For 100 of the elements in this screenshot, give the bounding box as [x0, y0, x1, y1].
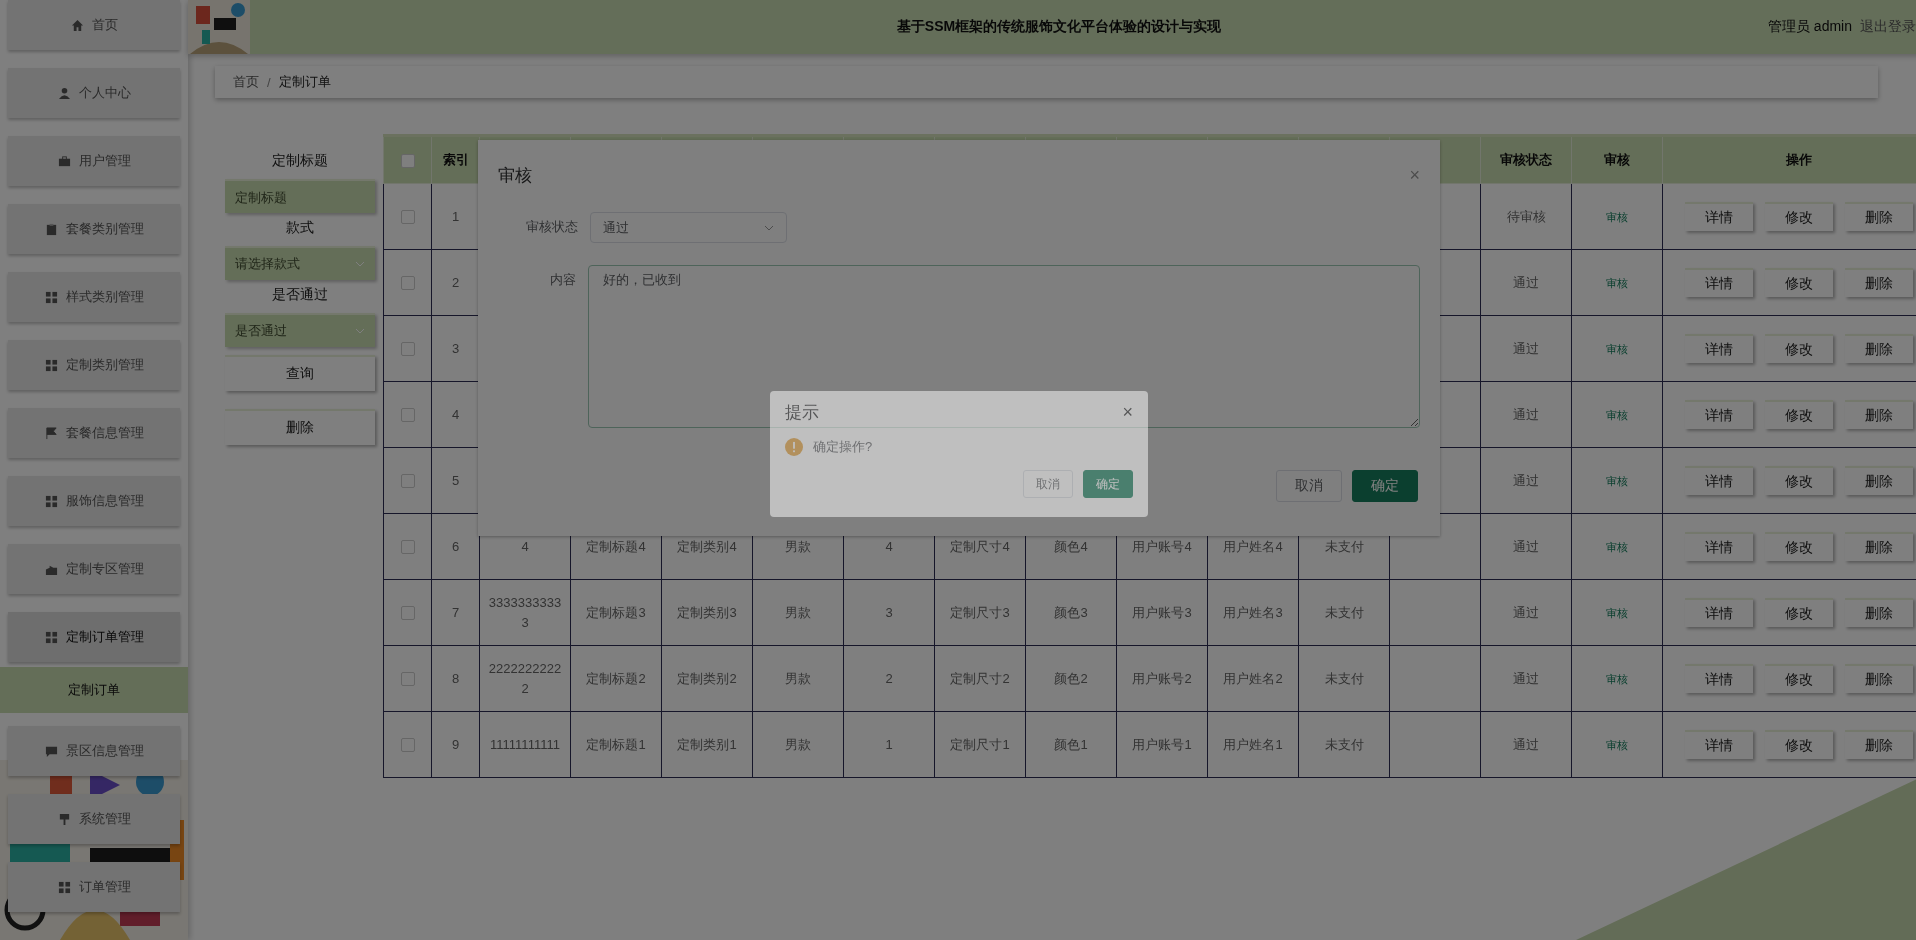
confirm-button[interactable]: 确定 [1083, 470, 1133, 498]
row-action-button[interactable]: 删除 [1845, 730, 1913, 759]
checkbox[interactable] [400, 210, 415, 225]
table-cell-text: 男款 [785, 537, 811, 556]
field-label: 审核状态 [525, 218, 579, 236]
sidebar-item[interactable]: 定制类别管理 [8, 340, 180, 390]
audit-link[interactable]: 审核 [1606, 738, 1628, 751]
sidebar-item[interactable]: 景区信息管理 [8, 726, 180, 776]
audit-link[interactable]: 审核 [1606, 474, 1628, 487]
checkbox[interactable] [400, 342, 415, 357]
cancel-button[interactable]: 取消 [1023, 470, 1073, 498]
close-button[interactable]: × [1122, 402, 1133, 423]
breadcrumb-item[interactable]: 首页 [233, 73, 259, 91]
select-field[interactable]: 请选择款式 [225, 246, 375, 280]
row-action-button[interactable]: 详情 [1685, 400, 1753, 429]
search-panel-button[interactable]: 删除 [225, 409, 375, 445]
checkbox[interactable] [400, 153, 415, 168]
sidebar-item[interactable]: 首页 [8, 0, 180, 50]
search-panel-button[interactable]: 查询 [225, 355, 375, 391]
column-header: 审核状态 [1480, 135, 1572, 184]
row-action-button[interactable]: 删除 [1845, 400, 1913, 429]
row-action-button[interactable]: 详情 [1685, 202, 1753, 231]
audit-link[interactable]: 审核 [1606, 342, 1628, 355]
select-field[interactable]: 通过 [590, 212, 787, 243]
column-header: 操作 [1662, 135, 1916, 184]
audit-link[interactable]: 审核 [1606, 672, 1628, 685]
row-action-button[interactable]: 删除 [1845, 466, 1913, 495]
row-action-button[interactable]: 详情 [1685, 598, 1753, 627]
row-action-button[interactable]: 详情 [1685, 664, 1753, 693]
row-action-button[interactable]: 详情 [1685, 730, 1753, 759]
table-cell-text: 22222222222 [487, 659, 563, 698]
row-action-button[interactable]: 修改 [1765, 400, 1833, 429]
row-action-button[interactable]: 修改 [1765, 598, 1833, 627]
table-cell-text: 定制尺寸4 [950, 537, 1010, 556]
clipboard-icon [44, 222, 58, 236]
select-field[interactable]: 是否通过 [225, 313, 375, 347]
audit-link[interactable]: 审核 [1606, 540, 1628, 553]
row-action-button[interactable]: 详情 [1685, 268, 1753, 297]
table-cell-text: 男款 [785, 603, 811, 622]
confirm-button[interactable]: 确定 [1352, 470, 1418, 502]
checkbox[interactable] [400, 276, 415, 291]
audit-link[interactable]: 审核 [1606, 276, 1628, 289]
audit-link[interactable]: 审核 [1606, 606, 1628, 619]
row-action-button[interactable]: 删除 [1845, 532, 1913, 561]
input-field[interactable]: 定制标题 [225, 179, 375, 213]
row-action-button[interactable]: 修改 [1765, 268, 1833, 297]
row-action-button[interactable]: 修改 [1765, 532, 1833, 561]
chat-icon [44, 744, 58, 758]
row-action-button[interactable]: 删除 [1845, 334, 1913, 363]
audit-link[interactable]: 审核 [1606, 408, 1628, 421]
sidebar-item[interactable]: 样式类别管理 [8, 272, 180, 322]
table-cell: 1 [451, 209, 460, 224]
checkbox[interactable] [400, 408, 415, 423]
row-action-button[interactable]: 删除 [1845, 598, 1913, 627]
checkbox[interactable] [400, 474, 415, 489]
column-header: 审核 [1571, 135, 1663, 184]
row-action-button[interactable]: 修改 [1765, 466, 1833, 495]
sidebar-item[interactable]: 系统管理 [8, 794, 180, 844]
logout-link[interactable]: 退出登录 [1860, 18, 1916, 36]
checkbox[interactable] [400, 606, 415, 621]
row-action-button[interactable]: 修改 [1765, 730, 1833, 759]
audit-link[interactable]: 审核 [1606, 210, 1628, 223]
grid-icon [44, 290, 58, 304]
sidebar-item[interactable]: 订单管理 [8, 862, 180, 912]
checkbox[interactable] [400, 672, 415, 687]
table-cell-text: 定制尺寸2 [950, 669, 1010, 688]
grid-icon [44, 630, 58, 644]
sidebar-item[interactable]: 用户管理 [8, 136, 180, 186]
table-cell-text: 未支付 [1324, 537, 1364, 556]
app-title: 基于SSM框架的传统服饰文化平台体验的设计与实现 [895, 18, 1223, 36]
row-action-button[interactable]: 修改 [1765, 664, 1833, 693]
table-cell-text: 1 [885, 735, 893, 754]
row-action-button[interactable]: 修改 [1765, 202, 1833, 231]
row-action-button[interactable]: 删除 [1845, 202, 1913, 231]
sidebar-item[interactable]: 套餐类别管理 [8, 204, 180, 254]
grid-icon [57, 880, 71, 894]
checkbox[interactable] [400, 738, 415, 753]
sidebar-item[interactable]: 定制订单管理 [8, 612, 180, 662]
table-cell: 通过 [1513, 274, 1539, 290]
row-action-button[interactable]: 详情 [1685, 532, 1753, 561]
table-cell-text: 颜色3 [1054, 603, 1088, 622]
table-cell-text: 未支付 [1324, 669, 1364, 688]
row-action-button[interactable]: 删除 [1845, 268, 1913, 297]
sidebar-item[interactable]: 套餐信息管理 [8, 408, 180, 458]
chevron-down-icon [355, 261, 365, 267]
row-action-button[interactable]: 详情 [1685, 334, 1753, 363]
table-cell-text: 定制类别2 [677, 669, 737, 688]
cancel-button[interactable]: 取消 [1276, 470, 1342, 502]
sidebar-subitem[interactable]: 定制订单 [0, 667, 188, 713]
table-cell-text: 2 [885, 669, 893, 688]
sidebar-item[interactable]: 个人中心 [8, 68, 180, 118]
row-action-button[interactable]: 删除 [1845, 664, 1913, 693]
row-action-button[interactable]: 修改 [1765, 334, 1833, 363]
row-action-button[interactable]: 详情 [1685, 466, 1753, 495]
user-icon [57, 86, 71, 100]
table-cell-text: 颜色1 [1054, 735, 1088, 754]
checkbox[interactable] [400, 540, 415, 555]
sidebar-item[interactable]: 定制专区管理 [8, 544, 180, 594]
sidebar-item[interactable]: 服饰信息管理 [8, 476, 180, 526]
close-button[interactable]: × [1409, 164, 1420, 186]
